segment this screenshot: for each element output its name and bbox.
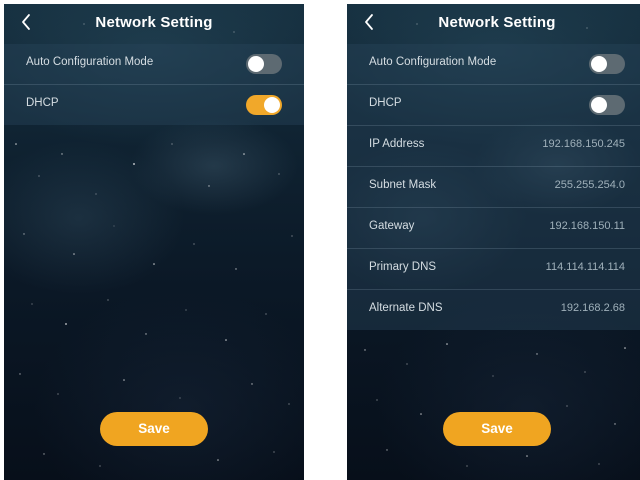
setting-label: Gateway — [369, 220, 415, 232]
setting-row-dhcp: DHCP — [4, 85, 304, 125]
setting-label: Alternate DNS — [369, 302, 443, 314]
setting-row-auto-configuration-mode: Auto Configuration Mode — [4, 44, 304, 85]
network-setting-screen-dhcp-off: Network Setting Auto Configuration Mode … — [347, 4, 640, 480]
primary-dns-value: 114.114.114.114 — [545, 261, 625, 273]
page-title: Network Setting — [438, 14, 556, 31]
gateway-value: 192.168.150.11 — [549, 220, 625, 232]
toggle-knob — [264, 97, 280, 113]
setting-label: Subnet Mask — [369, 179, 437, 191]
alternate-dns-value: 192.168.2.68 — [560, 302, 625, 314]
setting-row-alternate-dns[interactable]: Alternate DNS 192.168.2.68 — [347, 290, 640, 330]
network-setting-screen-dhcp-on: Network Setting Auto Configuration Mode … — [4, 4, 304, 480]
setting-label: DHCP — [369, 97, 402, 109]
save-button[interactable]: Save — [443, 412, 551, 446]
canvas: Network Setting Auto Configuration Mode … — [0, 0, 640, 480]
setting-label: Primary DNS — [369, 261, 437, 273]
dhcp-toggle[interactable] — [246, 95, 282, 115]
header: Network Setting — [347, 4, 640, 42]
setting-row-primary-dns[interactable]: Primary DNS 114.114.114.114 — [347, 249, 640, 290]
setting-row-auto-configuration-mode: Auto Configuration Mode — [347, 44, 640, 85]
toggle-knob — [591, 97, 607, 113]
save-button[interactable]: Save — [100, 412, 208, 446]
toggle-knob — [248, 56, 264, 72]
auto-configuration-mode-toggle[interactable] — [246, 54, 282, 74]
setting-label: Auto Configuration Mode — [369, 56, 497, 68]
settings-list: Auto Configuration Mode DHCP — [4, 44, 304, 125]
subnet-mask-value: 255.255.254.0 — [554, 179, 625, 191]
setting-row-dhcp: DHCP — [347, 85, 640, 126]
header: Network Setting — [4, 4, 304, 42]
setting-label: DHCP — [26, 97, 59, 109]
setting-label: Auto Configuration Mode — [26, 56, 154, 68]
toggle-knob — [591, 56, 607, 72]
settings-list: Auto Configuration Mode DHCP IP Address … — [347, 44, 640, 330]
setting-row-gateway[interactable]: Gateway 192.168.150.11 — [347, 208, 640, 249]
setting-row-ip-address[interactable]: IP Address 192.168.150.245 — [347, 126, 640, 167]
page-title: Network Setting — [95, 14, 213, 31]
auto-configuration-mode-toggle[interactable] — [589, 54, 625, 74]
dhcp-toggle[interactable] — [589, 95, 625, 115]
ip-address-value: 192.168.150.245 — [542, 138, 625, 150]
setting-label: IP Address — [369, 138, 425, 150]
setting-row-subnet-mask[interactable]: Subnet Mask 255.255.254.0 — [347, 167, 640, 208]
